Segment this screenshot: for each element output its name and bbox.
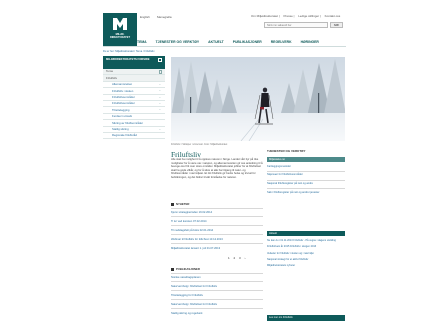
services-title: TJENESTER OG VERKTØY [267, 149, 306, 153]
chevron-down-icon: ⌄ [158, 107, 161, 112]
top-link-about[interactable]: Om Miljødirektoratet [251, 14, 278, 18]
language-links: English Sámegiella [140, 15, 178, 20]
divider [171, 216, 263, 217]
sidebar-item-label: Sikring av friluftsområder [112, 120, 143, 125]
service-link[interactable]: Nasjonal friluftsregister på nett og and… [267, 182, 345, 185]
sidebar-item-label: Statlig sikring [112, 126, 129, 131]
sidebar: MILJØDIREKTORATETS FORSIDE Tema Frilufts… [103, 56, 165, 140]
divider [171, 225, 263, 226]
divider [171, 308, 263, 309]
nav-item-regelverk[interactable]: REGELVERK [271, 40, 292, 44]
news-item[interactable]: Miljødirektoratets nyheter [267, 264, 345, 267]
section-title: PUBLIKASJONER [176, 267, 200, 271]
square-icon [158, 70, 162, 74]
lang-link-english[interactable]: English [140, 15, 150, 19]
services-panel: TJENESTER OG VERKTØY Miljøstatus.no Kart… [267, 149, 345, 197]
sidebar-header-label: MILJØDIREKTORATETS FORSIDE [106, 58, 150, 61]
divider [171, 273, 263, 274]
sidebar-item-label: Allemannsretten [112, 82, 133, 87]
search-input[interactable] [264, 22, 328, 28]
hero-caption: Friluftsliv / Skiløper i vintervær. Foto… [171, 143, 228, 146]
service-link[interactable]: Kartleggingsmetoder [267, 165, 345, 168]
hero-image [171, 57, 345, 141]
page-3[interactable]: 3 [239, 256, 241, 260]
top-link-jobs[interactable]: Ledige stillinger [298, 14, 319, 18]
divider [171, 243, 263, 244]
home-icon [158, 58, 162, 62]
sidebar-item-label: Tema [106, 69, 113, 74]
square-bullet-icon [171, 268, 174, 272]
divider [171, 290, 263, 291]
sidebar-item-label: Ferdsel i utmark [112, 114, 133, 119]
divider [267, 170, 345, 172]
news-link[interactable]: Til nedslagsfelt på boks 02.01.2014 [171, 229, 213, 232]
logo-text: MILJØ- DIREKTORATET [109, 33, 131, 39]
search-button[interactable]: SØK [330, 22, 343, 28]
sidebar-item-label: Regionale friluftsråd [112, 133, 137, 138]
nav-item-tjenester[interactable]: TJENESTER OG VERKTØY [156, 40, 200, 44]
publication-link[interactable]: Naturvernhelg i friluftslivet for Friluf… [171, 303, 217, 306]
page-next[interactable]: › [245, 256, 246, 260]
sidebar-item-friluftsrad[interactable]: Regionale friluftsråd [103, 133, 165, 140]
divider [171, 234, 263, 235]
sidebar-item-label: Friluftsliv [106, 75, 118, 80]
pagination: 1 2 3 › [228, 256, 249, 261]
news-link[interactable]: Webinar til friluftsliv for folk flest 1… [171, 238, 223, 241]
nav-item-aktuelt[interactable]: AKTUELT [208, 40, 224, 44]
top-link-press[interactable]: Presse [283, 14, 292, 18]
read-more-bar[interactable]: Les mer om Friluftsliv [267, 315, 345, 321]
chevron-down-icon: ⌄ [158, 126, 161, 131]
main-nav: TEMA TJENESTER OG VERKTØY AKTUELT PUBLIK… [137, 38, 345, 46]
sidebar-item-label: Friluftsliv i skolen [112, 88, 134, 93]
news-item[interactable]: Nu kan du i 01.11.2013 Friluftsliv - På … [267, 239, 345, 242]
chevron-down-icon: ⌄ [158, 88, 161, 93]
logo-icon [113, 18, 127, 30]
square-bullet-icon [171, 203, 174, 207]
nav-item-tema[interactable]: TEMA [137, 40, 147, 44]
news-link[interactable]: Ti tur ved kunsten 07.02.2014 [171, 220, 206, 223]
nav-divider [103, 46, 346, 47]
news-link[interactable]: Kjenn strategiperioden 19.02.2014 [171, 211, 212, 214]
nav-item-horinger[interactable]: HØRINGER [301, 40, 319, 44]
nyheter-heading: NYHETER [171, 202, 190, 207]
publication-link[interactable]: Naturvernhelg i friluftslivet for Friluf… [171, 285, 217, 288]
breadcrumb[interactable]: Du er her: Miljødirektoratet / Tema / Fr… [103, 50, 155, 53]
news-link[interactable]: Miljødirektoratet lansert 1. juli 01.07.… [171, 247, 220, 250]
logo[interactable]: MILJØ- DIREKTORATET [103, 13, 137, 46]
page: MILJØ- DIREKTORATET English Sámegiella O… [0, 0, 423, 324]
sidebar-item-label: Friluftslivsområder [112, 94, 135, 99]
page-1[interactable]: 1 [228, 256, 230, 260]
publication-link[interactable]: Tilrettelegging for Friluftsliv [171, 294, 203, 297]
top-links: Om Miljødirektoratet | Presse | Ledige s… [251, 14, 341, 18]
nav-item-publikasjoner[interactable]: PUBLIKASJONER [233, 40, 262, 44]
sidebar-item-label: Tilrettelegging [112, 107, 130, 112]
publikasjoner-heading: PUBLIKASJONER [171, 267, 200, 272]
service-link[interactable]: Søk i friluftsregister på nett og andre … [267, 191, 345, 194]
divider [171, 281, 263, 282]
page-2[interactable]: 2 [234, 256, 236, 260]
news-item[interactable]: Nasjonal strategi for et aktivt frilufts… [267, 258, 345, 261]
divider [171, 299, 263, 300]
chevron-down-icon: ⌄ [158, 100, 161, 105]
news-panel: Aktuelt Nu kan du i 01.11.2013 Friluftsl… [267, 231, 345, 270]
top-link-contact[interactable]: Kontakt oss [325, 14, 341, 18]
chevron-down-icon: ⌄ [158, 94, 161, 99]
sidebar-item-label: Friluftslivsområder [112, 101, 135, 106]
chevron-down-icon: ⌄ [158, 81, 161, 86]
article-intro: Alle skal ha mulighet til å oppleve natu… [171, 158, 263, 179]
service-link[interactable]: Skjemaer for friluftslivsområder [267, 173, 345, 176]
section-title: NYHETER [176, 202, 190, 206]
divider [171, 208, 263, 209]
divider [267, 188, 345, 189]
divider [267, 179, 345, 181]
publication-link[interactable]: Statlig sikring og regelverk [171, 312, 203, 315]
news-bar[interactable]: Aktuelt [267, 231, 345, 236]
news-item[interactable]: Veileder for friluftsliv i skolen og i n… [267, 252, 345, 255]
lang-link-sami[interactable]: Sámegiella [157, 15, 172, 19]
publication-link[interactable]: Norske vassdragsplanen [171, 276, 201, 279]
news-item[interactable]: Friluftslivets år 2015 Friluftsliv i sko… [267, 245, 345, 248]
sidebar-header[interactable]: MILJØDIREKTORATETS FORSIDE [103, 56, 165, 69]
services-bar[interactable]: Miljøstatus.no [267, 156, 345, 162]
